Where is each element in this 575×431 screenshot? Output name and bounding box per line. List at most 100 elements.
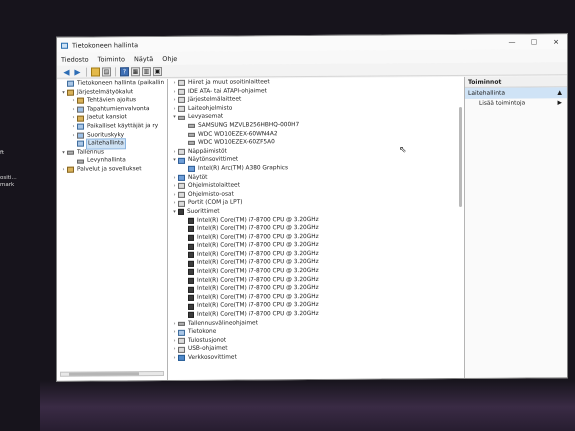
tree-item-label: USB-ohjaimet [188, 345, 228, 353]
expand-chevron-icon[interactable]: › [70, 105, 77, 114]
device-icon [178, 183, 185, 190]
minimize-button[interactable]: — [501, 38, 523, 46]
desktop-left-labels: ft ositi... mark [0, 150, 17, 189]
expand-chevron-icon[interactable]: › [171, 354, 178, 363]
device-icon [178, 346, 185, 353]
up-folder-icon[interactable] [91, 66, 100, 77]
expand-chevron-icon[interactable]: › [70, 97, 77, 106]
console-tree-pane: Tietokoneen hallinta (paikallin ▾ Järjeste… [57, 79, 168, 381]
expand-chevron-icon[interactable]: › [171, 96, 178, 105]
desktop-label: ft [0, 150, 4, 156]
menu-view[interactable]: Näytä [134, 55, 153, 63]
tree-item-label: Paikalliset käyttäjät ja ry [87, 123, 159, 130]
expand-chevron-icon[interactable]: › [70, 131, 77, 140]
expand-chevron-icon[interactable]: › [171, 182, 178, 191]
expand-chevron-icon[interactable]: › [171, 320, 178, 329]
expand-chevron-icon[interactable]: › [70, 114, 77, 123]
expand-chevron-icon[interactable]: › [171, 105, 178, 114]
expand-chevron-icon[interactable]: › [171, 79, 178, 88]
sel-icon [77, 106, 84, 113]
device-manager-pane: › Hiiret ja muut osoitinlaitteet › IDE ATA-… [168, 76, 465, 381]
collapse-arrow-icon[interactable]: ▲ [557, 87, 562, 98]
tree-item-label: Laitehallinta [86, 138, 126, 150]
cpu-icon [188, 312, 194, 319]
desktop-label: mark [0, 182, 15, 188]
tree-item-label: Verkkosovittimet [188, 354, 237, 361]
tree-item-label: Portit (COM ja LPT) [188, 199, 243, 207]
tree-item-label: Tapahtumienvalvonta [87, 105, 150, 113]
action-label: Lisää toimintoja [479, 100, 526, 107]
cpu-icon [188, 277, 194, 284]
tree-item-label: Näytöt [188, 174, 208, 181]
monitor-icon[interactable]: ▣ [153, 66, 162, 76]
forward-icon[interactable]: ▶ [73, 67, 82, 76]
action-more-actions[interactable]: Lisää toimintoja ▶ [465, 98, 567, 109]
device-icon [178, 191, 185, 198]
collapse-chevron-icon[interactable]: ▾ [171, 113, 178, 122]
tool-icon [67, 89, 74, 96]
computer-management-icon [61, 42, 68, 49]
tree-item-label: Tallennus [77, 149, 104, 156]
back-icon[interactable]: ◀ [62, 67, 71, 76]
console-tree-item[interactable]: › Palvelut ja sovellukset [57, 165, 167, 174]
expand-chevron-icon[interactable]: › [171, 173, 178, 182]
cpu-icon [188, 269, 194, 276]
close-button[interactable]: ✕ [545, 38, 567, 46]
tree-item-label: Järjestelmätyökalut [77, 88, 134, 96]
tree-item-label: Ohjelmistolaitteet [188, 182, 240, 189]
device-icon [178, 97, 185, 104]
mon-icon [178, 174, 185, 181]
device-icon [178, 88, 185, 95]
mon-icon [178, 157, 185, 164]
expand-chevron-icon[interactable]: › [171, 345, 178, 354]
menu-action[interactable]: Toiminto [98, 55, 125, 63]
expand-chevron-icon[interactable]: › [70, 123, 77, 132]
properties-icon[interactable]: ▦ [131, 66, 140, 76]
expand-chevron-icon[interactable]: › [171, 148, 178, 157]
disk-icon [188, 132, 195, 137]
tool-icon [67, 166, 74, 173]
cpu-icon [188, 294, 194, 302]
tree-item-label: Jaetut kansiot [87, 114, 127, 121]
actions-header: Toiminnot [465, 76, 567, 88]
tree-item-label: Laiteohjelmisto [188, 105, 233, 112]
collapse-chevron-icon[interactable]: ▾ [171, 208, 178, 217]
device-tree-item[interactable]: › Verkkosovittimet [168, 352, 464, 363]
desktop-wallpaper [40, 380, 575, 431]
expand-chevron-icon[interactable]: › [171, 328, 178, 337]
computer-management-window: Tietokoneen hallinta — ☐ ✕ Tiedosto Toim… [56, 33, 568, 382]
expand-chevron-icon[interactable]: › [60, 166, 67, 175]
disk-icon [178, 115, 185, 120]
show-hide-tree-icon[interactable]: ▤ [102, 66, 111, 76]
tool-icon [77, 115, 84, 122]
menu-help[interactable]: Ohje [162, 54, 177, 62]
comp-icon [178, 329, 185, 336]
help-icon[interactable]: ? [120, 66, 129, 76]
view-icon[interactable]: ▥ [142, 66, 151, 76]
collapse-chevron-icon[interactable]: ▾ [171, 156, 178, 165]
console-tree-item[interactable]: Tietokoneen hallinta (paikallin [57, 79, 167, 88]
maximize-button[interactable]: ☐ [523, 38, 545, 46]
cpu-icon [188, 251, 194, 259]
expand-chevron-icon[interactable]: › [171, 337, 178, 346]
actions-section-device-manager[interactable]: Laitehallinta ▲ [465, 87, 567, 99]
expand-chevron-icon[interactable]: › [171, 199, 178, 208]
comp-icon [77, 141, 84, 148]
disk-icon [188, 124, 195, 129]
vertical-scrollbar[interactable] [459, 106, 462, 207]
console-tree-item[interactable]: › Paikalliset käyttäjät ja ry [57, 122, 167, 131]
cpu-icon [188, 217, 194, 224]
device-icon [178, 337, 185, 345]
expand-chevron-icon[interactable]: › [171, 88, 178, 97]
tree-item-label: Järjestelmälaitteet [188, 96, 242, 104]
comp-icon [77, 123, 84, 130]
horizontal-scrollbar[interactable] [60, 371, 164, 377]
window-title: Tietokoneen hallinta [72, 40, 139, 50]
disk-icon [188, 141, 195, 146]
device-icon [178, 80, 185, 87]
device-icon [178, 148, 185, 155]
expand-chevron-icon[interactable]: › [171, 191, 178, 200]
collapse-chevron-icon[interactable]: ▾ [60, 88, 67, 97]
collapse-chevron-icon[interactable]: ▾ [60, 148, 67, 157]
menu-file[interactable]: Tiedosto [61, 55, 89, 63]
